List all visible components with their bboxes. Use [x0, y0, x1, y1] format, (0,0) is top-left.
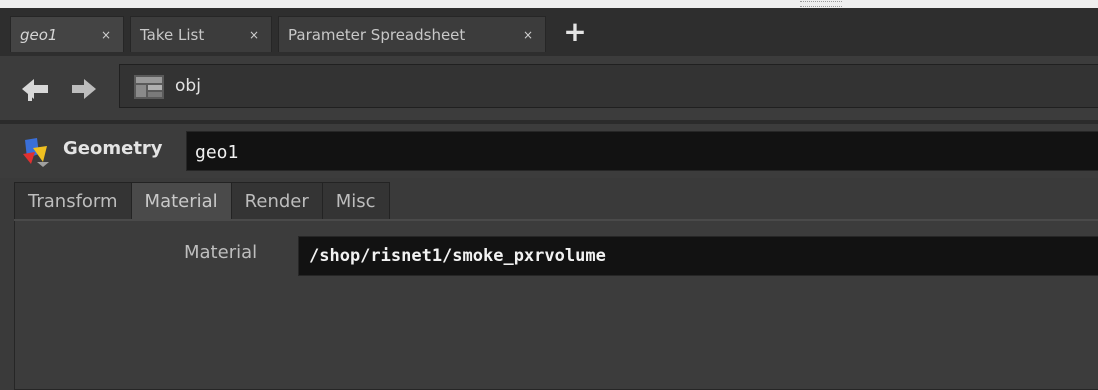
forward-arrow-icon[interactable]: [70, 76, 98, 106]
tab-transform[interactable]: Transform: [14, 182, 132, 220]
obj-network-icon: [133, 74, 165, 104]
tab-label: geo1: [20, 25, 58, 44]
tab-take-list[interactable]: Take List ×: [130, 16, 272, 52]
add-tab-button[interactable]: +: [562, 18, 588, 48]
back-arrow-icon[interactable]: [20, 76, 50, 106]
parameter-header: Geometry geo1: [0, 124, 1098, 178]
material-path-field[interactable]: /shop/risnet1/smoke_pxrvolume: [298, 236, 1098, 276]
tab-close-icon[interactable]: ×: [101, 28, 111, 42]
geometry-icon: [19, 136, 59, 172]
tab-misc[interactable]: Misc: [321, 182, 390, 220]
tab-close-icon[interactable]: ×: [249, 28, 259, 42]
tab-parameter-spreadsheet[interactable]: Parameter Spreadsheet ×: [278, 16, 546, 52]
navigation-bar: obj: [0, 56, 1098, 120]
node-type-label: Geometry: [63, 138, 163, 159]
tab-material[interactable]: Material: [130, 182, 232, 220]
tab-render[interactable]: Render: [230, 182, 323, 220]
network-path-text: obj: [175, 76, 201, 96]
pane-top-strip: [0, 0, 1098, 8]
pane-tab-bar: geo1 × Take List × Parameter Spreadsheet…: [0, 8, 1098, 56]
pane-resize-grip[interactable]: [800, 1, 842, 7]
tab-geo1[interactable]: geo1 ×: [10, 16, 124, 52]
panel-top-edge: [14, 219, 1098, 221]
tab-label: Take List: [140, 25, 205, 44]
node-name-field[interactable]: geo1: [186, 131, 1098, 171]
parameter-tabs: Transform Material Render Misc: [14, 182, 390, 220]
tab-close-icon[interactable]: ×: [523, 28, 533, 42]
tab-label: Parameter Spreadsheet: [288, 25, 466, 44]
network-path-field[interactable]: obj: [119, 64, 1098, 108]
material-label: Material: [184, 242, 258, 263]
